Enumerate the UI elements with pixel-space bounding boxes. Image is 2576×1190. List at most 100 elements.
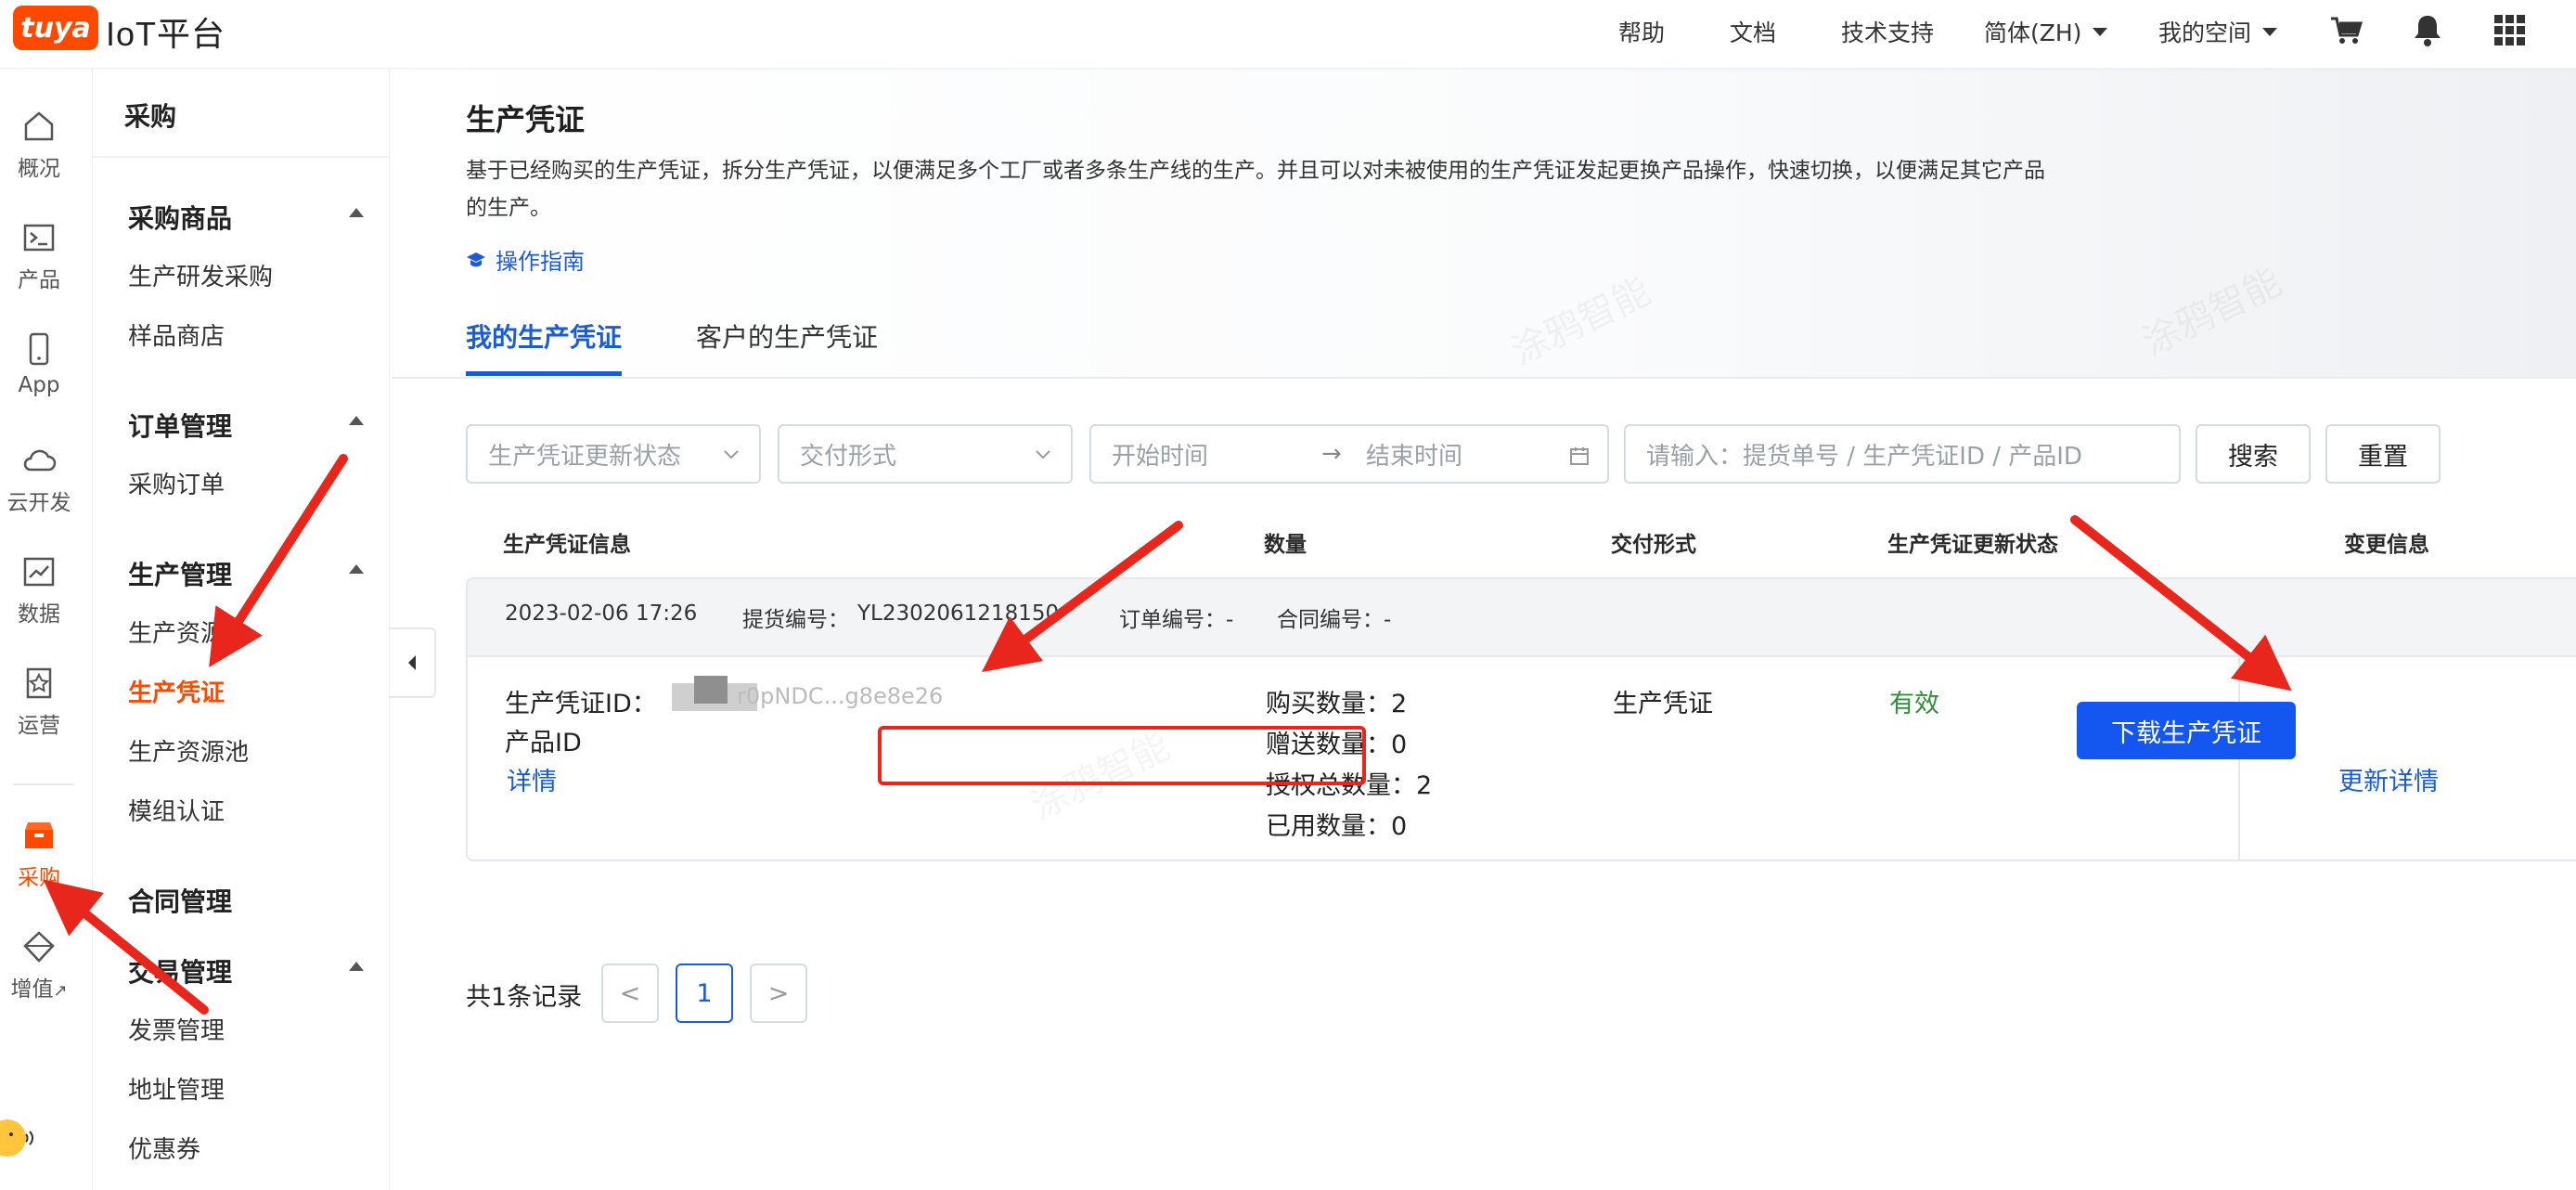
column-header-change-info: 变更信息 xyxy=(2344,533,2429,557)
pickup-label: 提货编号： xyxy=(742,608,849,632)
sidebar-item-sample-store[interactable]: 样品商店 xyxy=(128,317,225,352)
nav-support[interactable]: 技术支持 xyxy=(1841,15,1934,48)
page-title: 生产凭证 xyxy=(466,102,586,137)
phone-icon xyxy=(29,332,49,366)
nav-help[interactable]: 帮助 xyxy=(1618,15,1665,48)
voucher-id-label: 生产凭证ID： xyxy=(505,690,657,718)
sidebar-item-production-resource[interactable]: 生产资源 xyxy=(128,614,225,649)
platform-title: IoT平台 xyxy=(106,15,226,53)
next-page-button[interactable]: > xyxy=(750,964,807,1023)
diamond-icon xyxy=(23,931,55,963)
main-content: 涂鸦智能 涂鸦智能 生产凭证 基于已经购买的生产凭证，拆分生产凭证，以便满足多个… xyxy=(392,69,2576,1190)
prev-page-button[interactable]: < xyxy=(601,964,659,1023)
rail-label: 采购 xyxy=(18,866,60,890)
chevron-up-icon[interactable] xyxy=(349,416,364,425)
tab-customer-vouchers[interactable]: 客户的生产凭证 xyxy=(696,317,878,355)
tab-my-vouchers[interactable]: 我的生产凭证 xyxy=(466,317,622,355)
chevron-up-icon[interactable] xyxy=(349,564,364,574)
status-badge: 有效 xyxy=(1889,690,1939,718)
language-select[interactable]: 简体(ZH) xyxy=(1984,15,2108,48)
watermark: 涂鸦智能 xyxy=(1501,262,1657,375)
search-button[interactable]: 搜索 xyxy=(2196,424,2311,484)
search-input[interactable]: 请输入：提货单号 / 生产凭证ID / 产品ID xyxy=(1624,424,2181,484)
secondary-sidebar: 采购 采购商品 生产研发采购 样品商店 订单管理 采购订单 生产管理 生产资源 … xyxy=(93,69,390,1190)
rail-item-product[interactable]: 产品 xyxy=(0,219,78,293)
divider xyxy=(93,156,390,158)
chevron-down-icon xyxy=(1036,450,1050,459)
cart-icon[interactable] xyxy=(2327,11,2364,48)
column-header-voucher-info: 生产凭证信息 xyxy=(503,533,631,557)
date-range-picker[interactable]: 开始时间 → 结束时间 xyxy=(1089,424,1609,484)
watermark: 涂鸦智能 xyxy=(2132,252,2288,366)
sidebar-item-rd-purchase[interactable]: 生产研发采购 xyxy=(128,258,273,292)
box-icon xyxy=(25,822,53,848)
page-header: 涂鸦智能 涂鸦智能 生产凭证 基于已经购买的生产凭证，拆分生产凭证，以便满足多个… xyxy=(392,69,2576,379)
top-bar: tuya IoT平台 帮助 文档 技术支持 简体(ZH) 我的空间 xyxy=(0,0,2576,69)
guide-link[interactable]: 操作指南 xyxy=(466,243,585,276)
rail-item-cloud[interactable]: 云开发 xyxy=(0,442,78,516)
range-arrow: → xyxy=(1321,440,1342,468)
bell-icon[interactable] xyxy=(2409,11,2446,48)
logo-text: tuya xyxy=(20,11,91,45)
rail-label: 产品 xyxy=(18,268,60,292)
apps-grid-icon[interactable] xyxy=(2491,11,2528,48)
chevron-down-icon xyxy=(2093,27,2108,36)
total-records: 共1条记录 xyxy=(466,983,583,1012)
sidebar-item-coupon[interactable]: 优惠券 xyxy=(128,1131,200,1165)
group-order-mgmt[interactable]: 订单管理 xyxy=(128,407,232,444)
detail-link[interactable]: 详情 xyxy=(507,761,557,797)
assistant-avatar-icon[interactable] xyxy=(0,1110,37,1166)
rail-label: 运营 xyxy=(18,714,60,738)
sidebar-item-purchase-order[interactable]: 采购订单 xyxy=(128,466,225,500)
rail-item-value-added[interactable]: 增值↗ xyxy=(0,928,78,1002)
qty-purchase: 购买数量：2 xyxy=(1266,690,1408,718)
page-description: 基于已经购买的生产凭证，拆分生产凭证，以便满足多个工厂或者多条生产线的生产。并且… xyxy=(466,159,2045,220)
column-header-quantity: 数量 xyxy=(1264,533,1307,557)
sidebar-item-invoice[interactable]: 发票管理 xyxy=(128,1012,225,1046)
rail-item-app[interactable]: App xyxy=(0,330,78,397)
graduation-cap-icon xyxy=(467,252,485,266)
search-placeholder: 请输入：提货单号 / 生产凭证ID / 产品ID xyxy=(1646,442,2082,471)
award-icon xyxy=(26,667,52,699)
divider xyxy=(2238,657,2240,860)
chevron-up-icon[interactable] xyxy=(349,208,364,217)
redacted-block xyxy=(694,676,728,704)
product-id-label: 产品ID xyxy=(505,729,582,757)
status-filter-select[interactable]: 生产凭证更新状态 xyxy=(466,424,761,484)
rail-item-operation[interactable]: 运营 xyxy=(0,665,78,739)
group-production-mgmt[interactable]: 生产管理 xyxy=(128,555,232,592)
sidebar-item-resource-pool[interactable]: 生产资源池 xyxy=(128,733,249,768)
calendar-icon xyxy=(1570,447,1589,465)
sidebar-item-production-voucher[interactable]: 生产凭证 xyxy=(128,674,225,708)
chevron-up-icon[interactable] xyxy=(349,962,364,971)
nav-docs[interactable]: 文档 xyxy=(1730,15,1776,48)
guide-label: 操作指南 xyxy=(496,249,585,275)
workspace-label: 我的空间 xyxy=(2158,19,2252,46)
chart-icon xyxy=(23,557,55,587)
chevron-down-icon xyxy=(2262,27,2278,36)
home-icon xyxy=(24,111,54,141)
workspace-select[interactable]: 我的空间 xyxy=(2158,15,2278,48)
pickup-number: YL2302061218150 xyxy=(857,601,1060,626)
update-detail-link[interactable]: 更新详情 xyxy=(2338,761,2439,797)
rail-item-overview[interactable]: 概况 xyxy=(0,108,78,182)
rail-item-data[interactable]: 数据 xyxy=(0,553,78,627)
sidebar-item-module-cert[interactable]: 模组认证 xyxy=(128,793,225,827)
reset-button[interactable]: 重置 xyxy=(2325,424,2441,484)
tuya-logo[interactable]: tuya xyxy=(13,6,98,50)
rail-item-purchase[interactable]: 采购 xyxy=(0,817,78,891)
delivery-filter-select[interactable]: 交付形式 xyxy=(778,424,1073,484)
active-tab-indicator xyxy=(466,371,622,376)
row-date: 2023-02-06 17:26 xyxy=(505,601,698,626)
group-contract-mgmt[interactable]: 合同管理 xyxy=(128,882,232,919)
start-date-placeholder: 开始时间 xyxy=(1112,442,1209,471)
page-1-button[interactable]: 1 xyxy=(676,964,733,1023)
group-trade-mgmt[interactable]: 交易管理 xyxy=(128,952,232,990)
group-purchase-goods[interactable]: 采购商品 xyxy=(128,199,232,236)
rail-label: App xyxy=(18,373,60,397)
order-number: 订单编号：- xyxy=(1119,608,1234,632)
sidebar-item-address[interactable]: 地址管理 xyxy=(128,1071,225,1106)
rail-divider xyxy=(13,783,74,785)
cloud-icon xyxy=(23,449,57,472)
download-voucher-button[interactable]: 下载生产凭证 xyxy=(2077,702,2296,759)
